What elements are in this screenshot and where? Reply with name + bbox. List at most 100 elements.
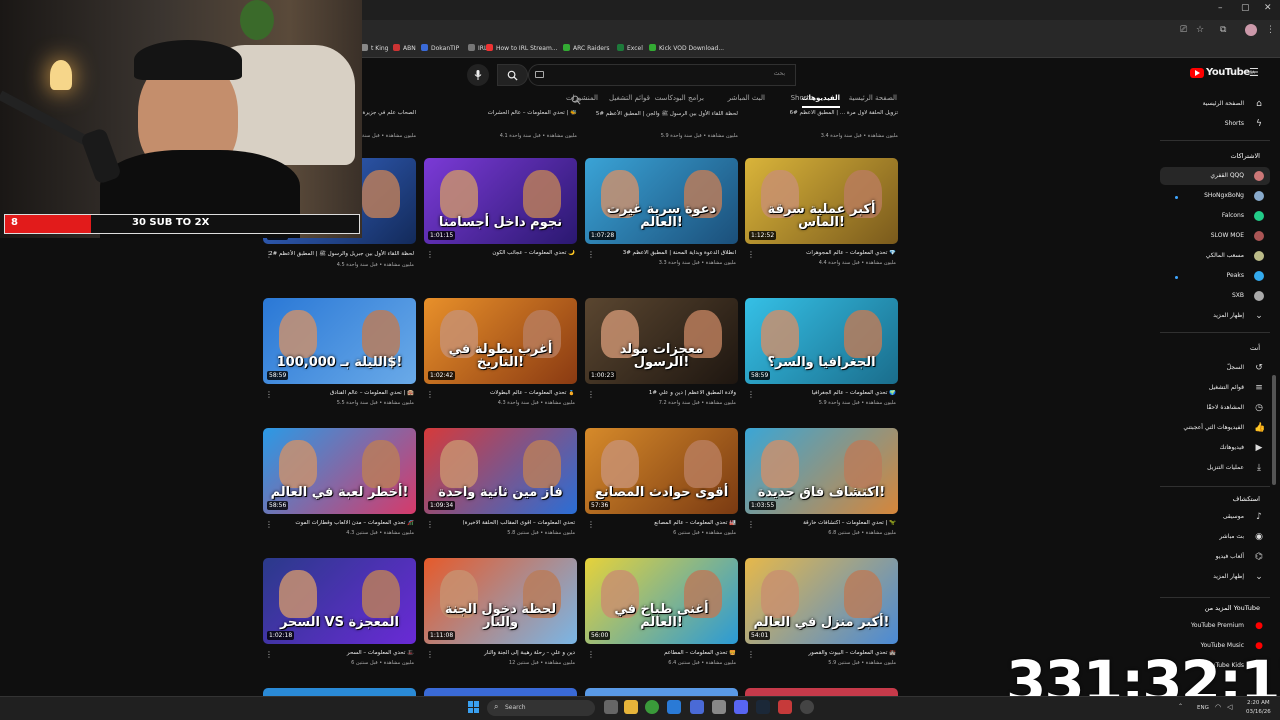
bookmark-item[interactable]: ARC Raiders <box>563 44 610 52</box>
video-menu-icon[interactable]: ⋮ <box>265 520 273 529</box>
wifi-icon[interactable]: ◠ <box>1215 703 1221 711</box>
clock-time[interactable]: 2:20 AM <box>1247 700 1270 706</box>
video-card[interactable]: أخطر لعبة في العالم! 58:56 تحدي المعلومات … <box>263 428 416 536</box>
video-menu-icon[interactable]: ⋮ <box>426 250 434 259</box>
sidebar-item-you[interactable]: المشاهدة لاحقًا ◷ <box>1160 399 1270 417</box>
video-title[interactable]: تحدي المعلومات – عالم الحشرات | 🐝 <box>424 110 577 116</box>
profile-avatar[interactable] <box>1245 24 1257 36</box>
video-thumbnail[interactable]: اكتشاف فاق جديدة! 1:03:55 <box>745 428 898 514</box>
chrome-icon[interactable] <box>645 700 659 714</box>
sidebar-item-home[interactable]: الصفحة الرئيسية ⌂ <box>1160 95 1270 113</box>
video-card[interactable]: أكبر عملية سرقة الماس! 1:12:52 تحدي المعلو… <box>745 158 898 266</box>
file-explorer-icon[interactable] <box>624 700 638 714</box>
video-thumbnail[interactable]: دعوة سرية غيرت العالم! 1:07:28 <box>585 158 738 244</box>
sidebar-item-you[interactable]: السجلّ ↺ <box>1160 359 1270 377</box>
video-menu-icon[interactable]: ⋮ <box>747 650 755 659</box>
video-title[interactable]: تحدي المعلومات – عالم الفنادق | 🏨 <box>263 390 416 396</box>
sidebar-item-subscription[interactable]: SXB <box>1160 287 1270 305</box>
sidebar-item-you[interactable]: عمليات التنزيل ⤓ <box>1160 459 1270 477</box>
sidebar-item-explore[interactable]: ألعاب فيديو ⌬ <box>1160 548 1270 566</box>
video-thumbnail[interactable]: لحظة دخول الجنة والنار 1:11:08 <box>424 558 577 644</box>
sidebar-item-explore[interactable]: بث مباشر ◉ <box>1160 528 1270 546</box>
video-card[interactable]: الليلة بـ 100,000$! 58:59 تحدي المعلومات –… <box>263 298 416 406</box>
video-card[interactable]: أكبر منزل في العالم! 54:01 تحدي المعلومات … <box>745 558 898 666</box>
sidebar-item-subscription[interactable]: مسعب المالكي <box>1160 247 1270 265</box>
volume-icon[interactable]: ◁ <box>1227 703 1232 711</box>
channel-tab[interactable]: Shorts <box>791 94 813 108</box>
video-title[interactable]: تحدي المعلومات – مدن الألعاب وقطارات الم… <box>263 520 416 526</box>
video-thumbnail[interactable]: الليلة بـ 100,000$! 58:59 <box>263 298 416 384</box>
video-title[interactable]: تحدي المعلومات – البيوت والقصور 🏰 <box>745 650 898 656</box>
task-view-icon[interactable] <box>604 700 618 714</box>
video-card[interactable]: أغنى طباخ في العالم! 56:00 تحدي المعلومات … <box>585 558 738 666</box>
video-title[interactable]: تحدي المعلومات – عالم الجغرافيا 🌍 <box>745 390 898 396</box>
video-card[interactable]: أغرب بطولة في التاريخ! 1:02:42 تحدي المعلو… <box>424 298 577 406</box>
more-from-youtube-header[interactable]: المزيد من YouTube <box>1160 604 1260 612</box>
bookmark-star-icon[interactable]: ☆ <box>1196 25 1204 35</box>
channel-tab[interactable]: الصفحة الرئيسية <box>849 94 897 108</box>
app-icon[interactable] <box>690 700 704 714</box>
app-icon[interactable] <box>778 700 792 714</box>
video-title[interactable]: تحدي المعلومات – عالم البطولات 🏅 <box>424 390 577 396</box>
bookmark-item[interactable]: Kick VOD Download... <box>649 44 724 52</box>
video-thumbnail[interactable]: أغرب بطولة في التاريخ! 1:02:42 <box>424 298 577 384</box>
video-menu-icon[interactable]: ⋮ <box>426 650 434 659</box>
language-indicator[interactable]: ENG <box>1197 705 1209 711</box>
channel-search-icon[interactable] <box>571 95 581 105</box>
video-card[interactable]: أقوى حوادث المصانع 57:36 تحدي المعلومات – … <box>585 428 738 536</box>
video-menu-icon[interactable]: ⋮ <box>587 520 595 529</box>
bookmark-item[interactable]: IRL <box>468 44 487 52</box>
video-thumbnail[interactable]: أخطر لعبة في العالم! 58:56 <box>263 428 416 514</box>
voice-search-button[interactable] <box>467 64 489 86</box>
bookmark-item[interactable]: ABN <box>393 44 416 52</box>
sidebar-item-explore[interactable]: موسيقى ♪ <box>1160 508 1270 526</box>
video-title[interactable]: تحدي المعلومات – المطاعم 🍔 <box>585 650 738 656</box>
video-thumbnail[interactable]: أكبر منزل في العالم! 54:01 <box>745 558 898 644</box>
search-input[interactable]: بحث <box>528 64 796 86</box>
video-menu-icon[interactable]: ⋮ <box>747 520 755 529</box>
taskbar-search[interactable]: Search <box>487 700 595 716</box>
video-menu-icon[interactable]: ⋮ <box>265 250 273 259</box>
you-header[interactable]: أنت <box>1160 344 1260 352</box>
close-window-button[interactable]: ✕ <box>1264 3 1272 13</box>
hamburger-menu-icon[interactable]: ☰ <box>1249 66 1259 79</box>
sidebar-item-you[interactable]: فيديوهاتك ▶ <box>1160 439 1270 457</box>
video-thumbnail[interactable]: أقوى حوادث المصانع 57:36 <box>585 428 738 514</box>
minimize-button[interactable]: – <box>1218 3 1223 13</box>
video-menu-icon[interactable]: ⋮ <box>587 390 595 399</box>
video-card[interactable]: معجزات مولد الرسول! 1:00:23 ولادة المطبق ا… <box>585 298 738 406</box>
video-card[interactable]: السحر VS المعجزة 1:02:18 تحدي المعلومات – … <box>263 558 416 666</box>
video-menu-icon[interactable]: ⋮ <box>426 390 434 399</box>
sidebar-item-shorts[interactable]: Shorts ϟ <box>1160 115 1270 133</box>
channel-tab[interactable]: البث المباشر <box>728 94 765 108</box>
video-card[interactable]: نجوم داخل أجسامنا 1:01:15 تحدي المعلومات –… <box>424 158 577 260</box>
channel-tab[interactable]: قوائم التشغيل <box>609 94 650 108</box>
clock-date[interactable]: 03/16/26 <box>1246 709 1271 715</box>
sidebar-scrollbar[interactable] <box>1272 375 1276 485</box>
steam-icon[interactable] <box>756 700 770 714</box>
video-menu-icon[interactable]: ⋮ <box>587 650 595 659</box>
bookmark-item[interactable]: How to IRL Stream... <box>486 44 558 52</box>
sidebar-item-subscription[interactable]: Falcons <box>1160 207 1270 225</box>
video-card[interactable]: دعوة سرية غيرت العالم! 1:07:28 انطلاق الدع… <box>585 158 738 266</box>
youtube-logo[interactable]: YouTube SA <box>1190 67 1255 78</box>
video-menu-icon[interactable]: ⋮ <box>747 250 755 259</box>
video-thumbnail[interactable]: أغنى طباخ في العالم! 56:00 <box>585 558 738 644</box>
video-title[interactable]: ولادة المطبق الأعظم | دين و علي #1 <box>585 390 738 396</box>
video-menu-icon[interactable]: ⋮ <box>587 250 595 259</box>
obs-icon[interactable] <box>800 700 814 714</box>
video-card[interactable]: الجغرافيا والسر؟ 58:59 تحدي المعلومات – عا… <box>745 298 898 406</box>
maximize-button[interactable]: ▢ <box>1241 3 1250 13</box>
video-title[interactable]: تزويل الحلقة لأول مرة ... | المطبق الأعظ… <box>745 110 898 116</box>
video-thumbnail-partial[interactable] <box>585 688 738 696</box>
video-thumbnail[interactable]: نجوم داخل أجسامنا 1:01:15 <box>424 158 577 244</box>
video-menu-icon[interactable]: ⋮ <box>426 520 434 529</box>
video-title[interactable]: تحدي المعلومات – السحر 🎩 <box>263 650 416 656</box>
video-menu-icon[interactable]: ⋮ <box>747 390 755 399</box>
video-thumbnail[interactable]: فاز مين ثانية واحدة 1:09:34 <box>424 428 577 514</box>
video-thumbnail[interactable]: السحر VS المعجزة 1:02:18 <box>263 558 416 644</box>
video-title[interactable]: لحظة اللقاء الأول بين جبريل والرسول ﷺ | … <box>263 250 416 258</box>
channel-tab[interactable]: برامج البودكاست <box>655 94 704 108</box>
video-title[interactable]: تحدي المعلومات – اكتشافات خارقة | 🦖 <box>745 520 898 526</box>
search-button[interactable] <box>497 64 528 86</box>
